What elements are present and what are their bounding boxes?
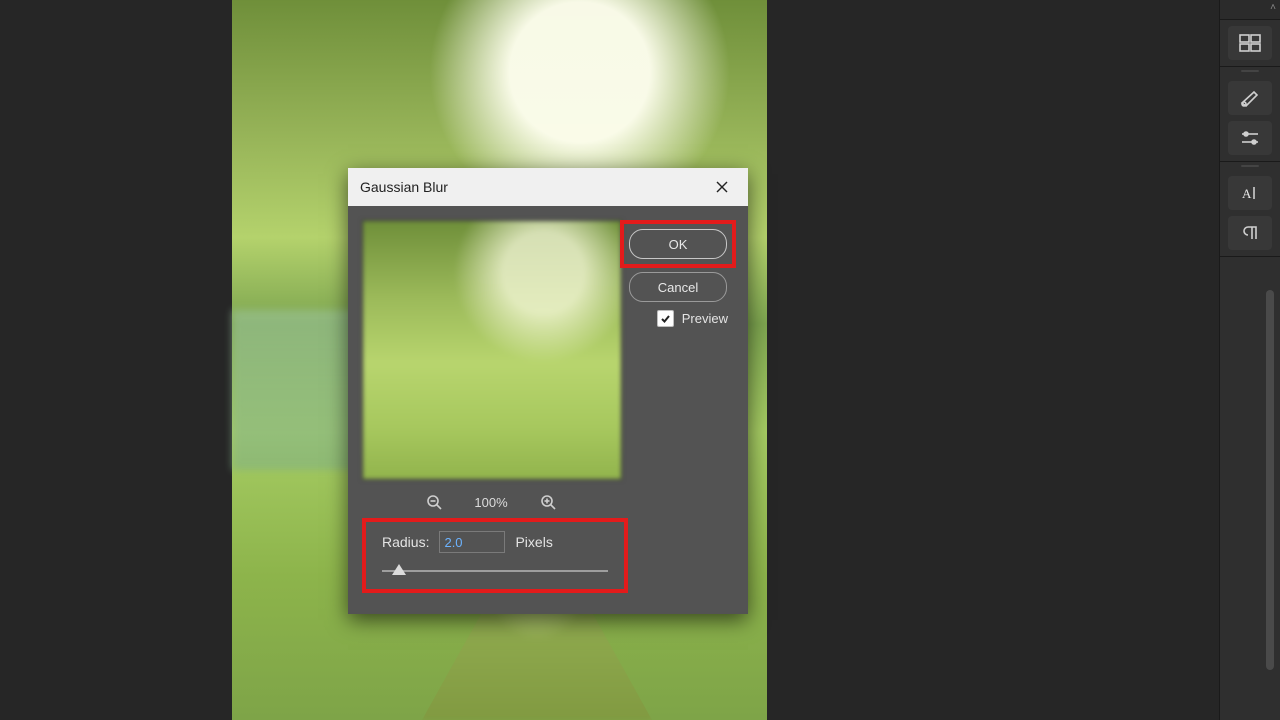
dialog-close-button[interactable] [702,172,742,202]
right-panel-rail: ˄ A [1219,0,1280,720]
zoom-value: 100% [474,495,507,510]
radius-slider[interactable] [382,567,608,575]
zoom-in-icon [540,494,556,510]
close-icon [715,180,729,194]
slider-thumb[interactable] [392,564,406,575]
rail-scrollbar[interactable] [1266,20,1278,718]
slider-track [382,570,608,572]
dialog-title: Gaussian Blur [360,179,702,195]
gaussian-blur-dialog: Gaussian Blur 100% OK Cancel Preview [348,168,748,614]
zoom-in-button[interactable] [538,492,558,512]
radius-unit-label: Pixels [515,534,552,550]
svg-text:A: A [1242,186,1252,201]
cancel-button[interactable]: Cancel [629,272,727,302]
dialog-titlebar[interactable]: Gaussian Blur [348,168,748,206]
preview-checkbox-label: Preview [682,311,728,326]
radius-label: Radius: [382,534,429,550]
checkmark-icon [660,313,671,324]
blur-preview-thumbnail[interactable] [362,220,622,480]
zoom-out-icon [426,494,442,510]
preview-checkbox[interactable] [657,310,674,327]
radius-highlight-box: Radius: Pixels [362,518,628,593]
zoom-out-button[interactable] [424,492,444,512]
radius-input[interactable] [439,531,505,553]
ok-highlight-box: OK [620,220,736,268]
rail-scrollbar-thumb[interactable] [1266,290,1274,670]
ok-button[interactable]: OK [629,229,727,259]
caret-up-icon: ˄ [1266,0,1280,14]
rail-scroll-up[interactable]: ˄ [1220,0,1280,20]
